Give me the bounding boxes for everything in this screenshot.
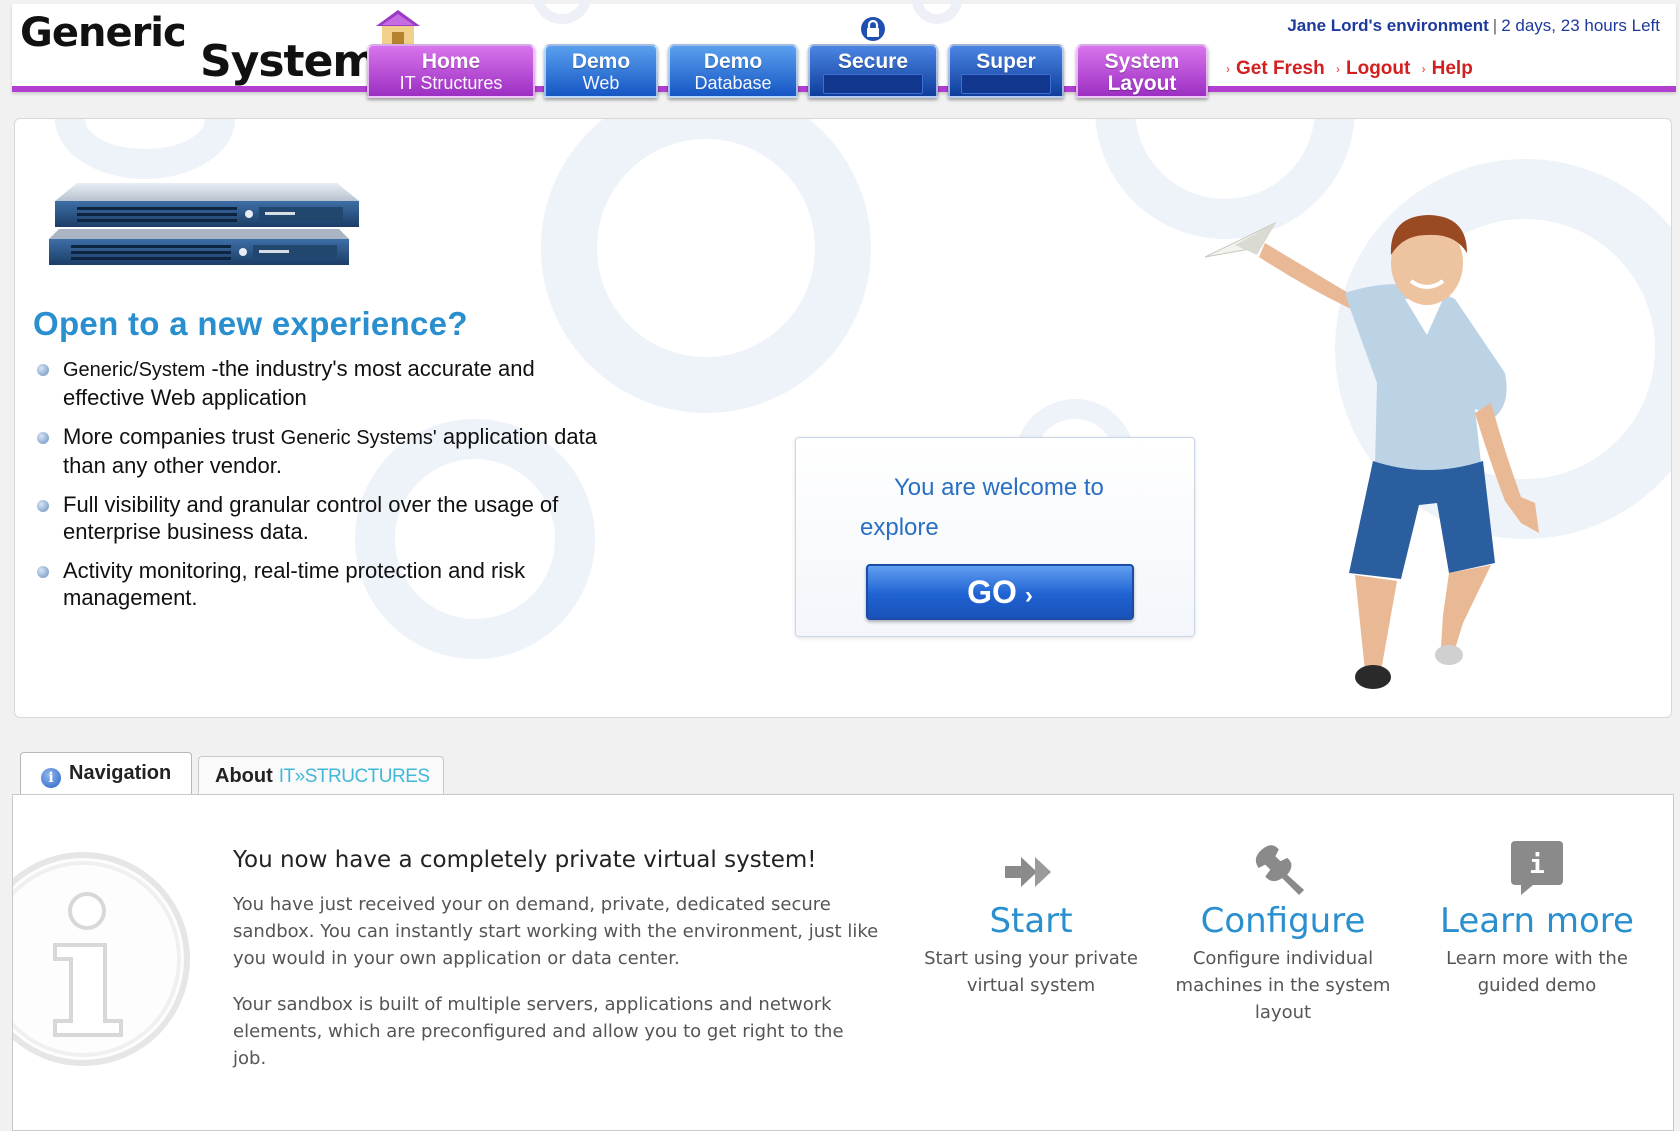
wrench-icon — [1255, 845, 1305, 895]
nav-tab-subtitle: IT Structures — [399, 73, 503, 93]
info-speech-icon: i — [1511, 841, 1563, 895]
action-title: Start — [989, 901, 1073, 941]
separator: | — [1492, 16, 1498, 35]
welcome-box: You are welcome to explore GO › — [795, 437, 1195, 637]
feature-item: More companies trust Generic Systems' ap… — [33, 423, 603, 479]
header-decoration — [912, 0, 962, 24]
brand-name: Generic Systems' — [280, 427, 437, 449]
info-watermark-icon — [13, 852, 190, 1066]
double-arrow-icon — [1005, 857, 1051, 887]
action-title: Configure — [1200, 901, 1366, 941]
time-left: 2 days, 23 hours Left — [1501, 16, 1660, 35]
tab-navigation[interactable]: i Navigation — [20, 752, 192, 798]
brand-name: Generic/System — [63, 359, 206, 381]
bullet-icon — [37, 432, 49, 444]
nav-tab-subtitle-box — [961, 74, 1051, 94]
background-ring — [55, 119, 235, 179]
get-fresh-link[interactable]: Get Fresh — [1236, 58, 1325, 79]
navigation-panel: You now have a completely private virtua… — [12, 794, 1674, 1131]
logout-link[interactable]: Logout — [1346, 58, 1410, 79]
feature-text: Full visibility and granular control ove… — [63, 492, 559, 544]
server-image — [49, 183, 359, 265]
action-title: Learn more — [1440, 901, 1634, 941]
nav-tab-title: Demo — [571, 50, 631, 73]
nav-tab-subtitle-box — [822, 74, 924, 94]
help-link[interactable]: Help — [1432, 58, 1473, 79]
nav-tab-system-layout[interactable]: System Layout — [1076, 44, 1208, 98]
feature-item: Activity monitoring, real-time protectio… — [33, 557, 603, 611]
nav-tab-title: Secure — [837, 50, 909, 73]
panel-paragraph: Your sandbox is built of multiple server… — [233, 994, 844, 1069]
start-action[interactable]: Start Start using your private virtual s… — [911, 849, 1151, 999]
nav-tab-title: Demo — [703, 50, 763, 73]
bullet-icon — [37, 364, 49, 376]
nav-tab-subtitle: Database — [694, 73, 772, 93]
info-icon: i — [41, 768, 61, 788]
tab-label: About — [215, 765, 273, 787]
welcome-text-line1: You are welcome to — [894, 474, 1104, 501]
feature-text: Activity monitoring, real-time protectio… — [63, 558, 526, 610]
nav-tab-title: Home — [421, 50, 481, 73]
nav-tab-demo-database[interactable]: Demo Database — [668, 44, 798, 98]
nav-tab-home[interactable]: Home IT Structures — [367, 44, 535, 98]
environment-owner: Jane Lord's environment — [1287, 16, 1489, 35]
it-structures-logo: IT»STRUCTURES — [278, 766, 430, 787]
bullet-icon: › — [1335, 61, 1340, 76]
feature-list: Generic/System -the industry's most accu… — [33, 355, 603, 623]
top-links: › Get Fresh › Logout › Help — [1220, 58, 1473, 80]
top-header: Generic System Home IT Structures Demo W… — [12, 0, 1676, 98]
bullet-icon — [37, 566, 49, 578]
go-button-label: GO — [967, 574, 1017, 610]
action-description: Start using your private virtual system — [924, 948, 1138, 996]
tab-label: Navigation — [69, 762, 172, 784]
go-button[interactable]: GO › — [866, 564, 1134, 620]
logo-text-generic: Generic — [20, 10, 187, 56]
hero-panel: Open to a new experience? Generic/System… — [14, 118, 1672, 718]
action-description: Learn more with the guided demo — [1446, 948, 1628, 996]
boy-with-paper-plane-image — [1205, 215, 1539, 689]
svg-text:i: i — [1529, 850, 1545, 880]
bullet-icon — [37, 500, 49, 512]
nav-tab-title: Super — [976, 50, 1036, 73]
bullet-icon: › — [1226, 61, 1230, 76]
header-decoration — [532, 0, 592, 24]
configure-action[interactable]: Configure Configure individual machines … — [1163, 845, 1403, 1026]
hero-title: Open to a new experience? — [33, 305, 468, 342]
learn-more-action[interactable]: i Learn more Learn more with the guided … — [1427, 841, 1647, 999]
bullet-icon: › — [1421, 61, 1426, 76]
nav-tab-subtitle: Web — [582, 73, 620, 93]
nav-tab-super[interactable]: Super — [948, 44, 1064, 98]
feature-item: Full visibility and granular control ove… — [33, 491, 603, 545]
panel-title: You now have a completely private virtua… — [233, 847, 817, 873]
nav-tab-demo-web[interactable]: Demo Web — [544, 44, 658, 98]
nav-tab-subtitle: Layout — [1107, 72, 1177, 95]
panel-paragraph: You have just received your on demand, p… — [233, 894, 879, 969]
environment-info: Jane Lord's environment | 2 days, 23 hours… — [1287, 16, 1660, 36]
lock-icon — [861, 17, 885, 41]
nav-tab-secure[interactable]: Secure — [808, 44, 938, 98]
chevron-right-icon: › — [1024, 582, 1033, 609]
tab-about[interactable]: About IT»STRUCTURES — [198, 756, 444, 796]
site-logo[interactable]: Generic System — [20, 6, 378, 87]
action-description: Configure individual machines in the sys… — [1175, 948, 1391, 1023]
feature-item: Generic/System -the industry's most accu… — [33, 355, 603, 411]
nav-tab-title: System — [1104, 50, 1180, 73]
logo-text-system: System — [200, 36, 378, 87]
feature-text-pre: More companies trust — [63, 424, 281, 449]
welcome-text-line2: explore — [860, 514, 939, 541]
